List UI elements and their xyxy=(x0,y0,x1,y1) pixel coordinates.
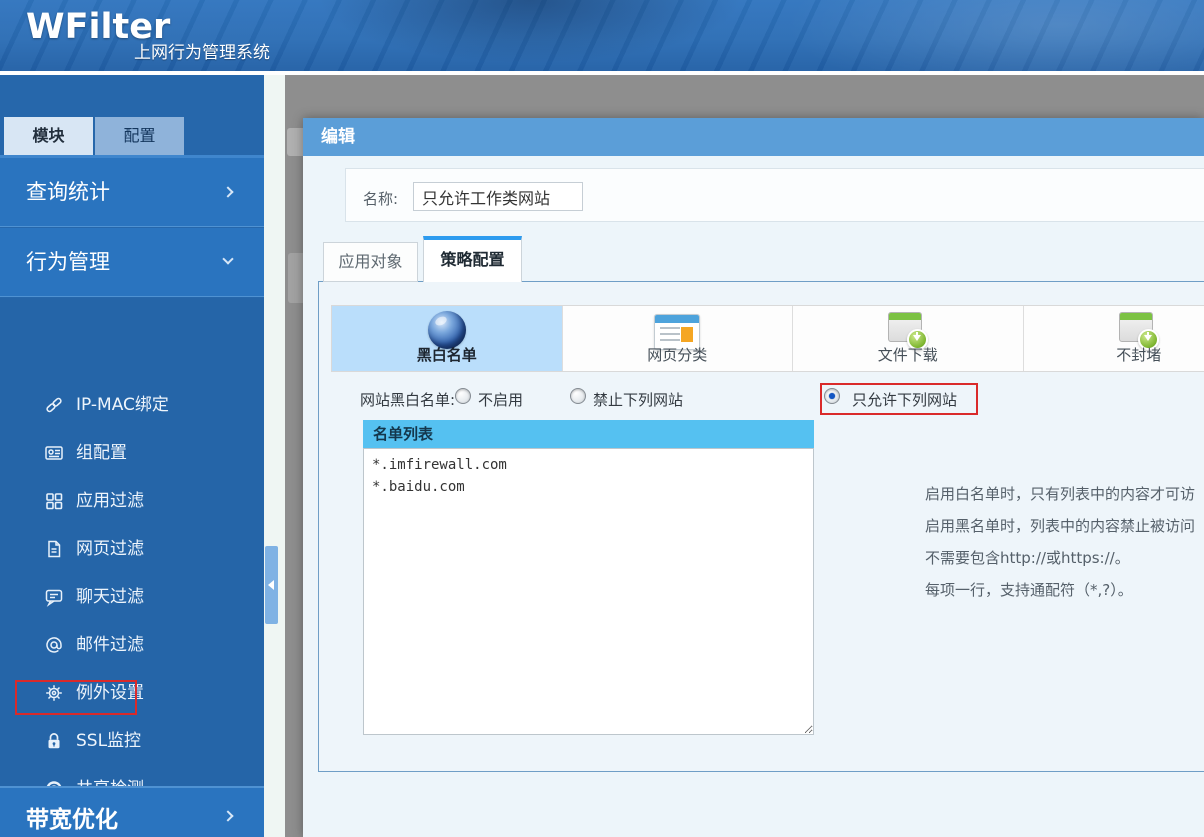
sidebar-item-ssl-monitor[interactable]: SSL监控 xyxy=(0,724,264,758)
radio-allow-only-listed-label[interactable]: 只允许下列网站 xyxy=(852,389,957,410)
sidebar-item-label: 聊天过滤 xyxy=(76,580,144,614)
sidebar-collapse-handle[interactable] xyxy=(265,546,278,624)
radio-allow-only-listed[interactable] xyxy=(824,388,840,404)
dialog-title: 编辑 xyxy=(321,127,355,147)
top-header-bar: WFilter 上网行为管理系统 xyxy=(0,0,1204,71)
tab-apply-objects[interactable]: 应用对象 xyxy=(323,242,418,282)
sidebar-item-chat-filter[interactable]: 聊天过滤 xyxy=(0,580,264,614)
page-root: WFilter 上网行为管理系统 模块 配置 查询统计 行为管理 IP-MAC绑… xyxy=(0,0,1204,837)
header-divider xyxy=(0,71,1204,75)
policy-tab-blackwhite-list[interactable]: 黑白名单 xyxy=(332,306,563,371)
brand-subtitle: 上网行为管理系统 xyxy=(134,38,270,63)
name-input[interactable] xyxy=(413,182,583,211)
help-text-block: 启用白名单时，只有列表中的内容才可访 启用黑名单时，列表中的内容禁止被访问 不需… xyxy=(925,478,1204,618)
sidebar-item-label: 组配置 xyxy=(76,436,127,470)
sidebar-item-app-filter[interactable]: 应用过滤 xyxy=(0,484,264,518)
blacklist-setting-label: 网站黑白名单: xyxy=(360,389,455,410)
sidebar-item-group-config[interactable]: 组配置 xyxy=(0,436,264,470)
policy-tab-label: 黑白名单 xyxy=(332,344,562,365)
webpage-icon xyxy=(44,539,64,559)
help-line: 每项一行，支持通配符（*,?）。 xyxy=(925,574,1204,606)
section-label: 查询统计 xyxy=(26,180,110,204)
sidebar-item-label: 网页过滤 xyxy=(76,532,144,566)
section-label: 带宽优化 xyxy=(26,807,118,833)
radio-block-listed[interactable] xyxy=(570,388,586,404)
sidebar-tab-modules[interactable]: 模块 xyxy=(4,117,93,155)
sidebar-tab-config[interactable]: 配置 xyxy=(95,117,184,155)
gear-icon xyxy=(44,683,64,703)
tab-policy-config[interactable]: 策略配置 xyxy=(423,236,522,282)
policy-tab-label: 文件下载 xyxy=(793,344,1023,365)
sidebar-item-label: IP-MAC绑定 xyxy=(76,388,169,422)
policy-tab-web-category[interactable]: 网页分类 xyxy=(563,306,794,371)
sidebar-section-bandwidth[interactable]: 带宽优化 xyxy=(0,786,264,837)
site-list-textarea[interactable]: *.imfirewall.com *.baidu.com xyxy=(363,448,814,735)
at-sign-icon xyxy=(44,635,64,655)
policy-tab-label: 不封堵 xyxy=(1024,344,1204,365)
sidebar-item-label: SSL监控 xyxy=(76,724,141,758)
policy-tab-label: 网页分类 xyxy=(563,344,793,365)
link-icon xyxy=(44,395,64,415)
chevron-right-icon xyxy=(222,186,233,197)
group-icon xyxy=(44,443,64,463)
lock-icon xyxy=(44,731,64,751)
sidebar-item-mail-filter[interactable]: 邮件过滤 xyxy=(0,628,264,662)
help-line: 不需要包含http://或https://。 xyxy=(925,542,1204,574)
radio-disabled[interactable] xyxy=(455,388,471,404)
policy-tab-strip: 黑白名单 网页分类 文件下载 不封堵 xyxy=(331,305,1204,372)
chevron-down-icon xyxy=(222,253,233,264)
sidebar-item-label: 邮件过滤 xyxy=(76,628,144,662)
radio-block-listed-label[interactable]: 禁止下列网站 xyxy=(593,389,683,410)
help-line: 启用黑名单时，列表中的内容禁止被访问 xyxy=(925,510,1204,542)
policy-tab-file-download[interactable]: 文件下载 xyxy=(793,306,1024,371)
chevron-right-icon xyxy=(222,810,233,821)
name-field-label: 名称: xyxy=(363,188,398,209)
sidebar-item-exception-settings[interactable]: 例外设置 xyxy=(0,676,264,710)
list-header: 名单列表 xyxy=(363,420,814,448)
sidebar-submenu: IP-MAC绑定 组配置 应用过滤 网页过滤 xyxy=(0,298,264,786)
help-line: 启用白名单时，只有列表中的内容才可访 xyxy=(925,478,1204,510)
dialog-title-bar: 编辑 xyxy=(303,118,1204,156)
sidebar-item-label: 应用过滤 xyxy=(76,484,144,518)
sidebar-item-ipmac-binding[interactable]: IP-MAC绑定 xyxy=(0,388,264,422)
radio-disabled-label[interactable]: 不启用 xyxy=(478,389,523,410)
apps-icon xyxy=(44,491,64,511)
chat-icon xyxy=(44,587,64,607)
sidebar-section-query-stats[interactable]: 查询统计 xyxy=(0,158,264,227)
sidebar-item-label: 例外设置 xyxy=(76,676,144,710)
sidebar: 模块 配置 查询统计 行为管理 IP-MAC绑定 组配置 xyxy=(0,75,264,837)
section-label: 行为管理 xyxy=(26,250,110,274)
sidebar-item-web-filter[interactable]: 网页过滤 xyxy=(0,532,264,566)
sidebar-gutter xyxy=(264,75,285,837)
policy-tab-no-block[interactable]: 不封堵 xyxy=(1024,306,1204,371)
sidebar-section-behavior-mgmt[interactable]: 行为管理 xyxy=(0,228,264,297)
